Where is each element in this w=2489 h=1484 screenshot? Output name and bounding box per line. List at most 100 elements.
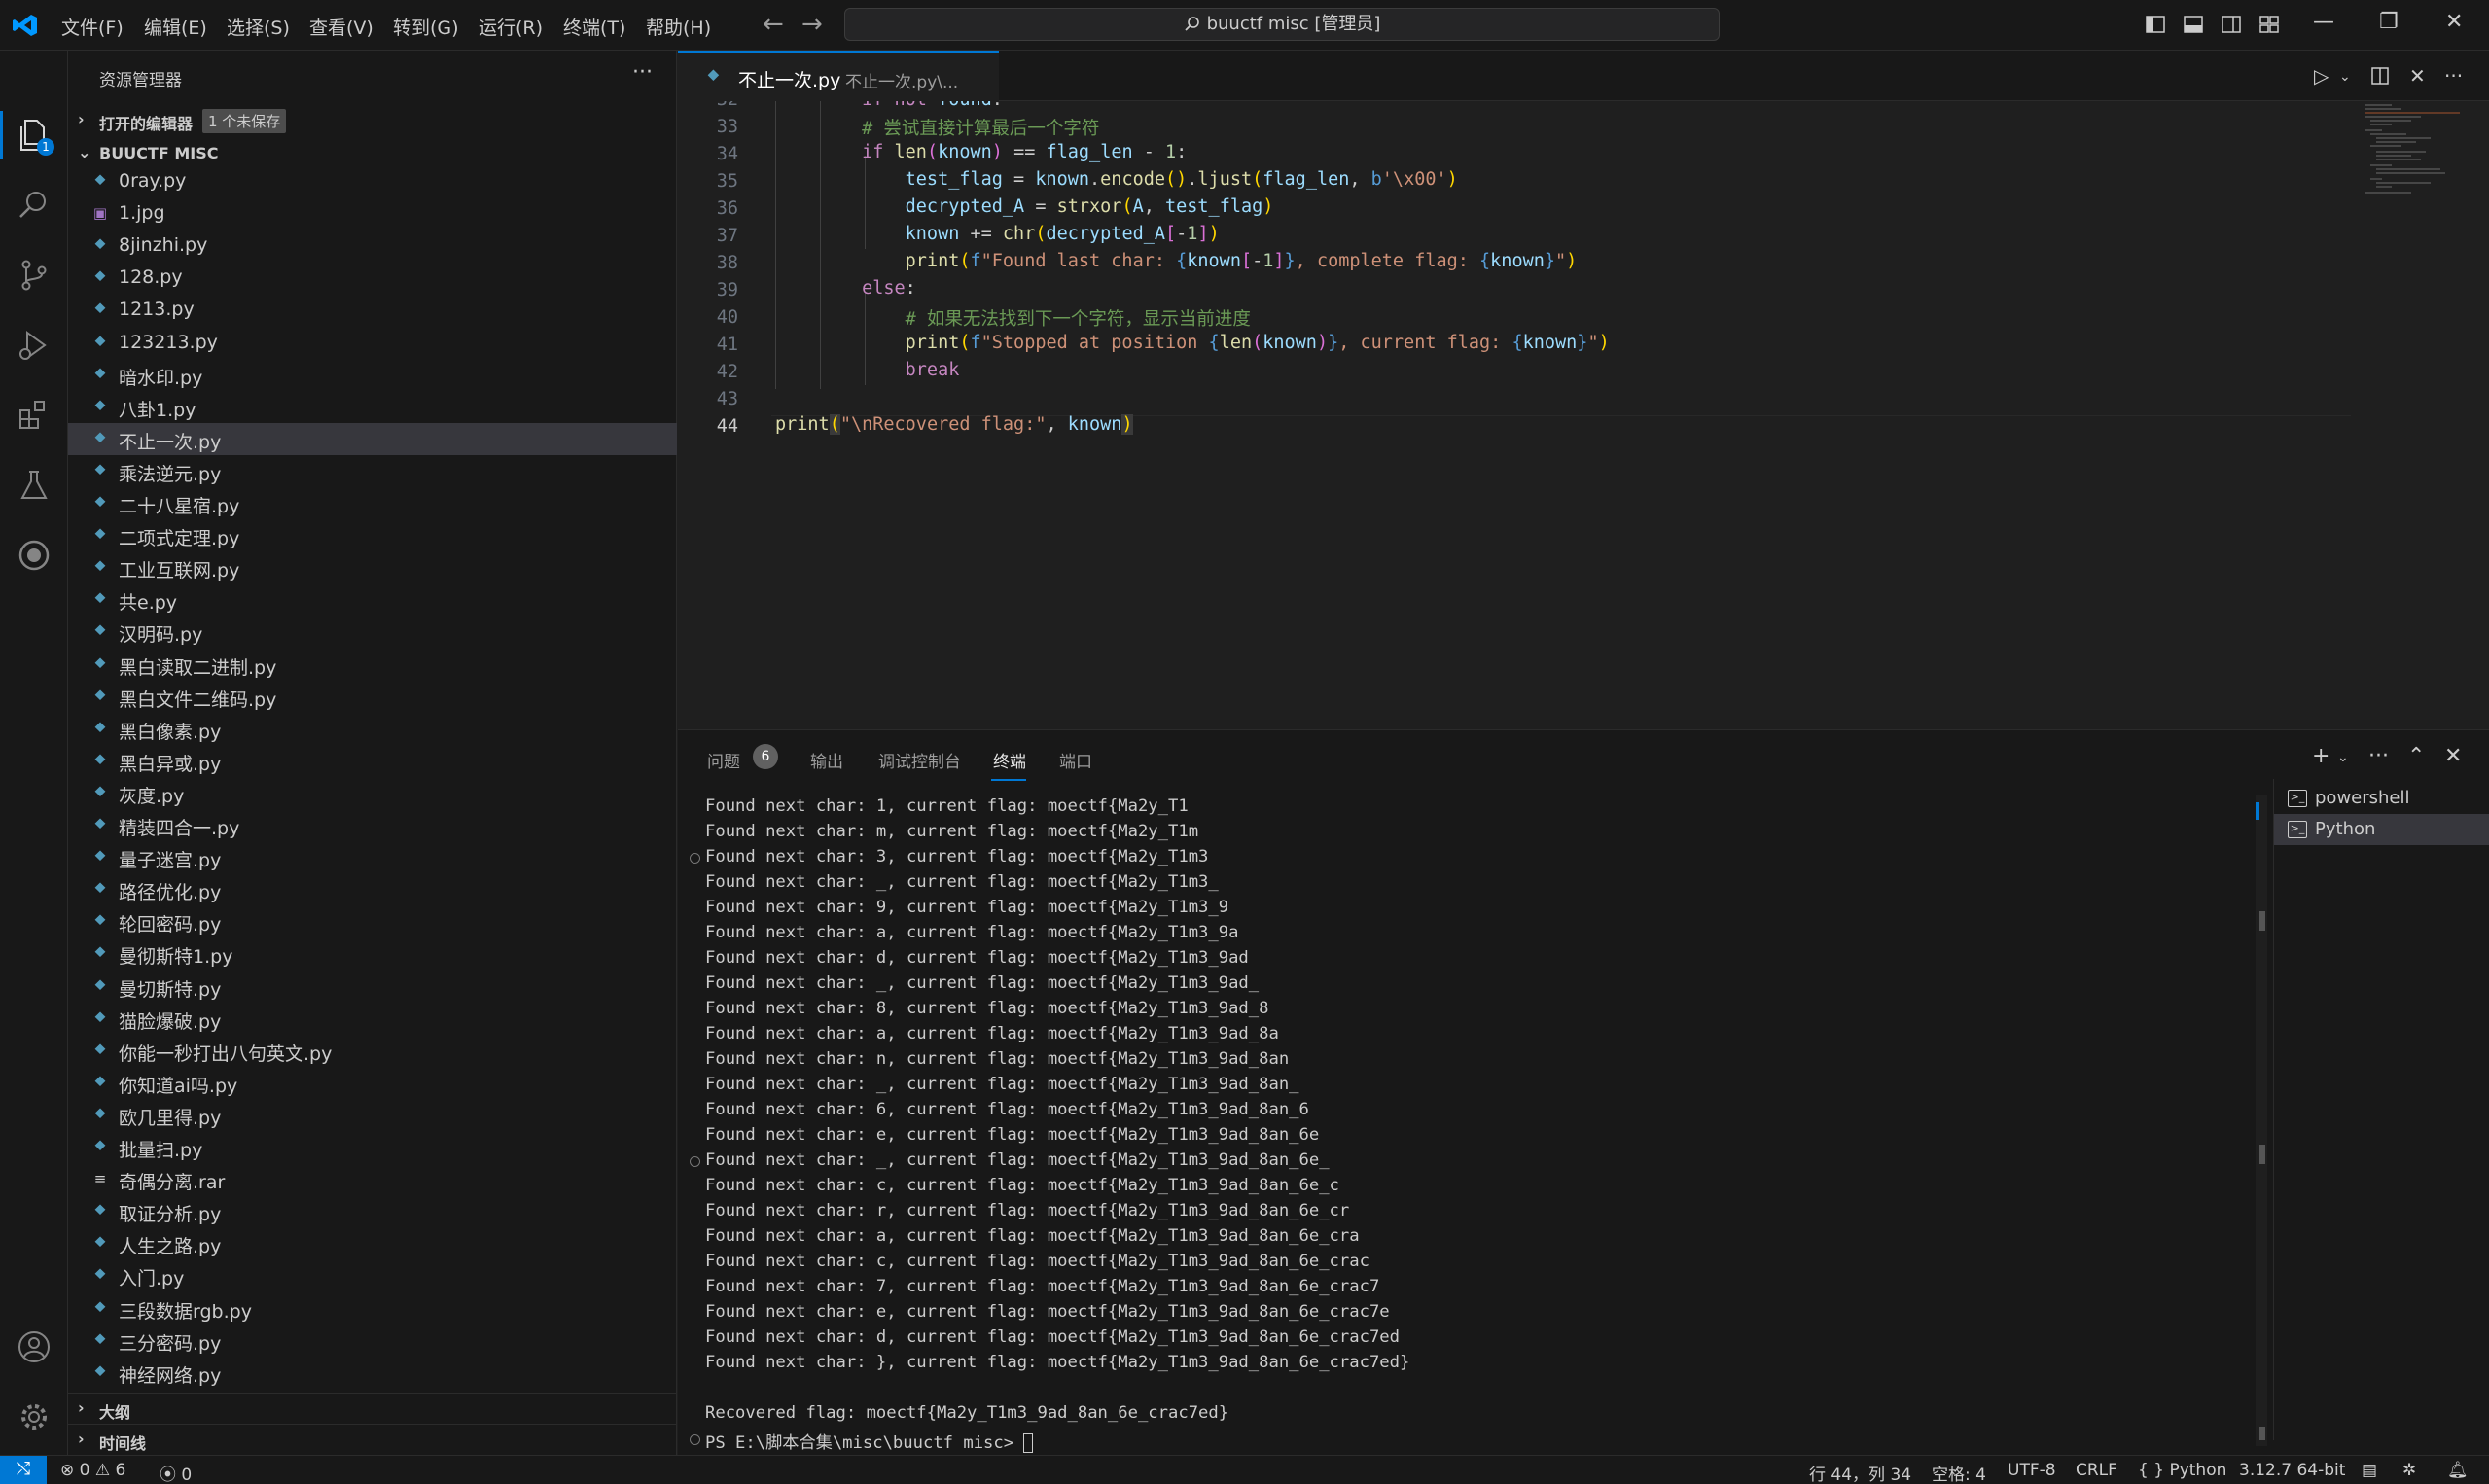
terminal-output[interactable]: Found next char: 1, current flag: moectf…	[690, 796, 2145, 1453]
toggle-panel-icon[interactable]	[2183, 14, 2204, 35]
minimap[interactable]	[2363, 101, 2470, 198]
toggle-secondary-sidebar-icon[interactable]	[2221, 14, 2242, 35]
tab-terminal[interactable]: 终端	[993, 748, 1026, 772]
file-item[interactable]: ⯁ 你知道ai吗.py	[68, 1067, 677, 1099]
command-decoration-icon[interactable]	[690, 1434, 700, 1445]
minimize-button[interactable]: —	[2313, 10, 2334, 34]
code-editor[interactable]: 32 33 34 35 36 37 38 39 40 41 42 43 44 if not found:…	[678, 101, 2489, 729]
cursor-position[interactable]: 行 44，列 34	[1809, 1461, 1911, 1484]
menu-terminal[interactable]: 终端(T)	[563, 14, 625, 40]
file-item[interactable]: ⯁ 入门.py	[68, 1259, 677, 1291]
file-item[interactable]: ▣ 1.jpg	[68, 197, 677, 230]
encoding[interactable]: UTF-8	[2008, 1461, 2056, 1480]
command-decoration-icon[interactable]	[690, 1156, 700, 1167]
new-terminal-icon[interactable]: +	[2312, 744, 2329, 768]
account-icon[interactable]	[16, 1328, 53, 1365]
close-window-button[interactable]: ✕	[2445, 10, 2463, 34]
outline-section[interactable]: › 大纲	[68, 1393, 677, 1422]
file-item[interactable]: ⯁ 工业互联网.py	[68, 551, 677, 583]
file-item[interactable]: ⯁ 三段数据rgb.py	[68, 1292, 677, 1325]
settings-gear-icon[interactable]	[16, 1398, 53, 1435]
file-item[interactable]: ⯁ 轮回密码.py	[68, 905, 677, 937]
folder-section[interactable]: ⌄ BUUCTF MISC	[68, 138, 677, 167]
command-decoration-icon[interactable]	[690, 853, 700, 864]
file-item[interactable]: ⯁ 曼彻斯特1.py	[68, 937, 677, 970]
menu-edit[interactable]: 编辑(E)	[144, 14, 207, 40]
file-item[interactable]: ≡ 奇偶分离.rar	[68, 1163, 677, 1195]
file-item[interactable]: ⯁ 二项式定理.py	[68, 519, 677, 551]
editor-more-icon[interactable]: ···	[2444, 64, 2463, 88]
file-item[interactable]: ⯁ 黑白文件二维码.py	[68, 681, 677, 713]
line-ending[interactable]: CRLF	[2076, 1461, 2117, 1480]
search-icon[interactable]	[16, 187, 53, 224]
notifications-bell-icon[interactable]: 🔔︎	[2447, 1461, 2469, 1480]
file-item[interactable]: ⯁ 八卦1.py	[68, 391, 677, 423]
ports-status[interactable]: ⦿ 0	[160, 1461, 192, 1484]
remote-indicator-icon[interactable]: ⤭	[0, 1456, 47, 1484]
extensions-icon[interactable]	[16, 397, 53, 434]
copilot-icon[interactable]: ✲	[2402, 1461, 2416, 1480]
file-item[interactable]: ⯁ 曼切斯特.py	[68, 971, 677, 1003]
remote-explorer-icon[interactable]	[16, 537, 53, 574]
run-dropdown-icon[interactable]: ⌄	[2339, 69, 2351, 85]
problems-status[interactable]: ⊗ 0 ⚠ 6	[60, 1461, 125, 1480]
file-item[interactable]: ⯁ 黑白读取二进制.py	[68, 649, 677, 681]
source-control-icon[interactable]	[16, 257, 53, 294]
file-item[interactable]: ⯁ 人生之路.py	[68, 1227, 677, 1259]
file-item[interactable]: ⯁ 灰度.py	[68, 777, 677, 809]
menu-run[interactable]: 运行(R)	[479, 14, 543, 40]
file-item[interactable]: ⯁ 取证分析.py	[68, 1195, 677, 1227]
menu-goto[interactable]: 转到(G)	[393, 14, 459, 40]
file-item[interactable]: ⯁ 暗水印.py	[68, 359, 677, 391]
tab-output[interactable]: 输出	[810, 748, 843, 772]
close-panel-icon[interactable]: ✕	[2444, 744, 2462, 768]
terminal-item-powershell[interactable]: >_ powershell	[2274, 783, 2489, 814]
menu-view[interactable]: 查看(V)	[309, 14, 373, 40]
more-actions-icon[interactable]: ···	[632, 60, 653, 85]
file-item[interactable]: ⯁ 猫脸爆破.py	[68, 1003, 677, 1035]
file-item[interactable]: ⯁ 批量扫.py	[68, 1131, 677, 1163]
tab-ports[interactable]: 端口	[1059, 748, 1092, 772]
terminal-scrollbar[interactable]	[2256, 795, 2267, 1446]
menu-selection[interactable]: 选择(S)	[227, 14, 290, 40]
file-item[interactable]: ⯁ 1213.py	[68, 294, 677, 326]
file-item[interactable]: ⯁ 黑白像素.py	[68, 713, 677, 745]
file-item[interactable]: ⯁ 123213.py	[68, 327, 677, 359]
indentation[interactable]: 空格: 4	[1932, 1461, 1986, 1484]
testing-icon[interactable]	[16, 467, 53, 504]
file-item[interactable]: ⯁ 神经网络.py	[68, 1357, 677, 1389]
forward-arrow-icon[interactable]: →	[801, 10, 823, 39]
file-item[interactable]: ⯁ 汉明码.py	[68, 616, 677, 648]
timeline-section[interactable]: › 时间线	[68, 1424, 677, 1453]
language-mode[interactable]: { } Python	[2138, 1461, 2226, 1480]
editor-tab-active[interactable]: ⯁ 不止一次.py 不止一次.py\...	[678, 51, 999, 101]
file-item[interactable]: ⯁ 量子迷宫.py	[68, 841, 677, 873]
file-item[interactable]: ⯁ 你能一秒打出八句英文.py	[68, 1035, 677, 1067]
file-item[interactable]: ⯁ 共e.py	[68, 583, 677, 616]
run-debug-icon[interactable]	[16, 327, 53, 364]
open-editors-section[interactable]: › 打开的编辑器 1 个未保存	[68, 105, 677, 134]
split-editor-icon[interactable]	[2370, 66, 2390, 86]
file-item[interactable]: ⯁ 8jinzhi.py	[68, 230, 677, 262]
file-item[interactable]: ⯁ 128.py	[68, 262, 677, 294]
customize-layout-icon[interactable]	[2258, 14, 2280, 35]
terminal-dropdown-icon[interactable]: ⌄	[2337, 750, 2349, 765]
terminal-item-python[interactable]: >_ Python	[2274, 814, 2489, 845]
file-item[interactable]: ⯁ 乘法逆元.py	[68, 455, 677, 487]
tab-problems[interactable]: 问题	[707, 748, 740, 772]
command-center-search[interactable]: buuctf misc [管理员]	[844, 8, 1720, 41]
feedback-icon[interactable]: ▤	[2362, 1461, 2377, 1480]
file-item[interactable]: ⯁ 路径优化.py	[68, 873, 677, 905]
panel-more-icon[interactable]: ···	[2368, 744, 2389, 768]
maximize-panel-icon[interactable]: ⌃	[2407, 744, 2425, 768]
menu-file[interactable]: 文件(F)	[61, 14, 124, 40]
file-item[interactable]: ⯁ 黑白异或.py	[68, 745, 677, 777]
menu-help[interactable]: 帮助(H)	[646, 14, 711, 40]
file-item[interactable]: ⯁ 不止一次.py	[68, 422, 677, 455]
tab-debug-console[interactable]: 调试控制台	[878, 748, 961, 772]
run-file-icon[interactable]: ▷	[2314, 64, 2329, 88]
file-item[interactable]: ⯁ 二十八星宿.py	[68, 487, 677, 519]
close-editor-icon[interactable]: ✕	[2409, 64, 2426, 88]
file-item[interactable]: ⯁ 0ray.py	[68, 165, 677, 197]
toggle-primary-sidebar-icon[interactable]	[2145, 14, 2166, 35]
